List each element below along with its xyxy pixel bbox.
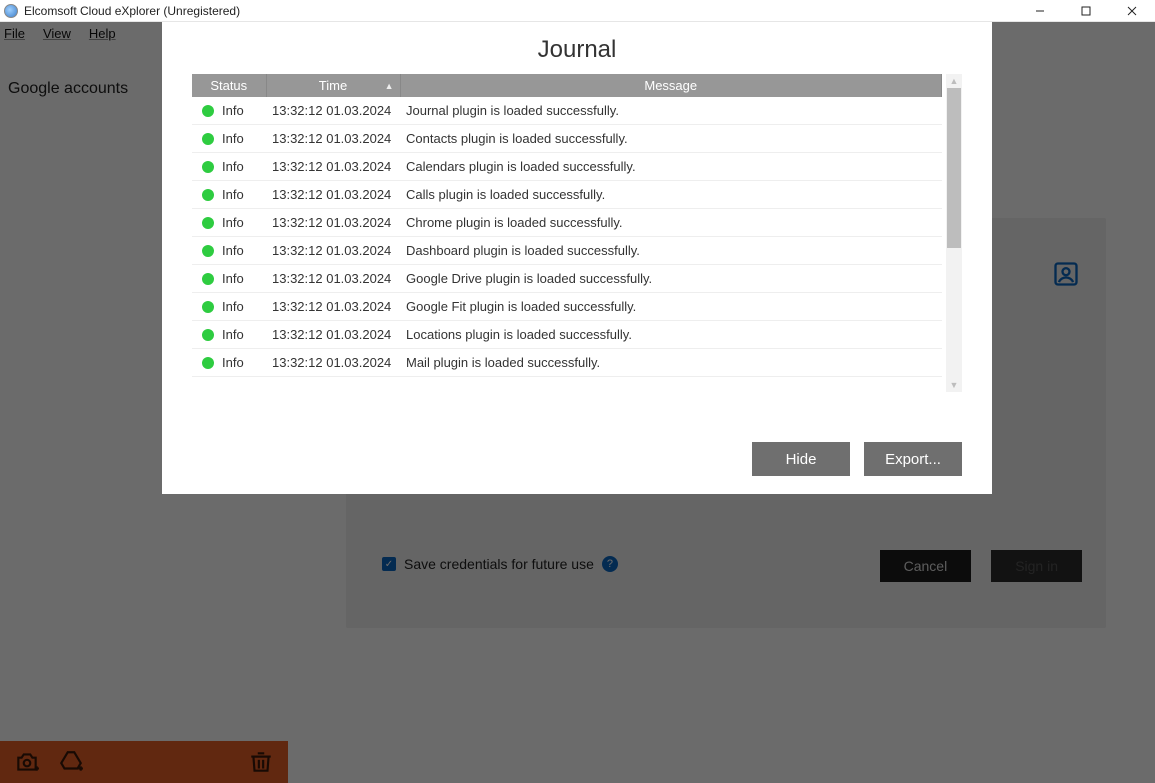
cell-time: 13:32:12 01.03.2024 (266, 293, 400, 321)
journal-title: Journal (162, 22, 992, 74)
scroll-up-icon[interactable]: ▲ (947, 74, 961, 88)
cell-time: 13:32:12 01.03.2024 (266, 209, 400, 237)
cell-message: Calendars plugin is loaded successfully. (400, 153, 942, 181)
window-title: Elcomsoft Cloud eXplorer (Unregistered) (24, 4, 240, 18)
cell-time: 13:32:12 01.03.2024 (266, 321, 400, 349)
status-dot-icon (202, 273, 214, 285)
cell-message: Chrome plugin is loaded successfully. (400, 209, 942, 237)
status-dot-icon (202, 133, 214, 145)
status-label: Info (222, 243, 244, 258)
table-row[interactable]: Info 13:32:12 01.03.2024Locations plugin … (192, 321, 942, 349)
cell-message: Journal plugin is loaded successfully. (400, 97, 942, 125)
cell-time: 13:32:12 01.03.2024 (266, 181, 400, 209)
cell-message: Google Drive plugin is loaded successful… (400, 265, 942, 293)
cell-time: 13:32:12 01.03.2024 (266, 125, 400, 153)
status-dot-icon (202, 217, 214, 229)
journal-dialog: Journal Status Time ▲ Message Info 13:32:… (162, 22, 992, 494)
status-label: Info (222, 103, 244, 118)
status-dot-icon (202, 161, 214, 173)
status-label: Info (222, 271, 244, 286)
journal-scrollbar[interactable]: ▲ ▼ (946, 74, 962, 392)
column-header-time[interactable]: Time ▲ (266, 74, 400, 97)
cell-time: 13:32:12 01.03.2024 (266, 349, 400, 377)
status-dot-icon (202, 105, 214, 117)
cell-message: Calls plugin is loaded successfully. (400, 181, 942, 209)
status-label: Info (222, 131, 244, 146)
window-controls (1017, 0, 1155, 22)
status-label: Info (222, 187, 244, 202)
table-row[interactable]: Info 13:32:12 01.03.2024Mail plugin is lo… (192, 349, 942, 377)
sort-asc-icon: ▲ (385, 81, 394, 91)
cell-message: Google Fit plugin is loaded successfully… (400, 293, 942, 321)
cell-time: 13:32:12 01.03.2024 (266, 153, 400, 181)
cell-message: Mail plugin is loaded successfully. (400, 349, 942, 377)
table-row[interactable]: Info 13:32:12 01.03.2024Contacts plugin i… (192, 125, 942, 153)
column-header-time-label: Time (319, 78, 347, 93)
maximize-button[interactable] (1063, 0, 1109, 22)
table-row[interactable]: Info 13:32:12 01.03.2024Chrome plugin is … (192, 209, 942, 237)
table-row[interactable]: Info 13:32:12 01.03.2024Calls plugin is l… (192, 181, 942, 209)
close-button[interactable] (1109, 0, 1155, 22)
table-row[interactable]: Info 13:32:12 01.03.2024Dashboard plugin … (192, 237, 942, 265)
status-label: Info (222, 327, 244, 342)
cell-time: 13:32:12 01.03.2024 (266, 265, 400, 293)
table-row[interactable]: Info 13:32:12 01.03.2024Google Fit plugin… (192, 293, 942, 321)
cell-time: 13:32:12 01.03.2024 (266, 97, 400, 125)
table-row[interactable]: Info 13:32:12 01.03.2024Google Drive plug… (192, 265, 942, 293)
status-dot-icon (202, 301, 214, 313)
scrollbar-thumb[interactable] (947, 88, 961, 248)
status-label: Info (222, 355, 244, 370)
app-icon (4, 4, 18, 18)
status-label: Info (222, 159, 244, 174)
titlebar: Elcomsoft Cloud eXplorer (Unregistered) (0, 0, 1155, 22)
hide-button[interactable]: Hide (752, 442, 850, 476)
cell-message: Locations plugin is loaded successfully. (400, 321, 942, 349)
table-row[interactable]: Info 13:32:12 01.03.2024Journal plugin is… (192, 97, 942, 125)
table-row[interactable]: Info 13:32:12 01.03.2024Calendars plugin … (192, 153, 942, 181)
status-dot-icon (202, 189, 214, 201)
cell-time: 13:32:12 01.03.2024 (266, 237, 400, 265)
journal-table: Status Time ▲ Message Info 13:32:12 01.03… (192, 74, 942, 377)
cell-message: Contacts plugin is loaded successfully. (400, 125, 942, 153)
cell-message: Dashboard plugin is loaded successfully. (400, 237, 942, 265)
export-button[interactable]: Export... (864, 442, 962, 476)
column-header-status[interactable]: Status (192, 74, 266, 97)
status-dot-icon (202, 357, 214, 369)
status-label: Info (222, 215, 244, 230)
column-header-message[interactable]: Message (400, 74, 942, 97)
status-label: Info (222, 299, 244, 314)
status-dot-icon (202, 329, 214, 341)
status-dot-icon (202, 245, 214, 257)
scroll-down-icon[interactable]: ▼ (947, 378, 961, 392)
minimize-button[interactable] (1017, 0, 1063, 22)
